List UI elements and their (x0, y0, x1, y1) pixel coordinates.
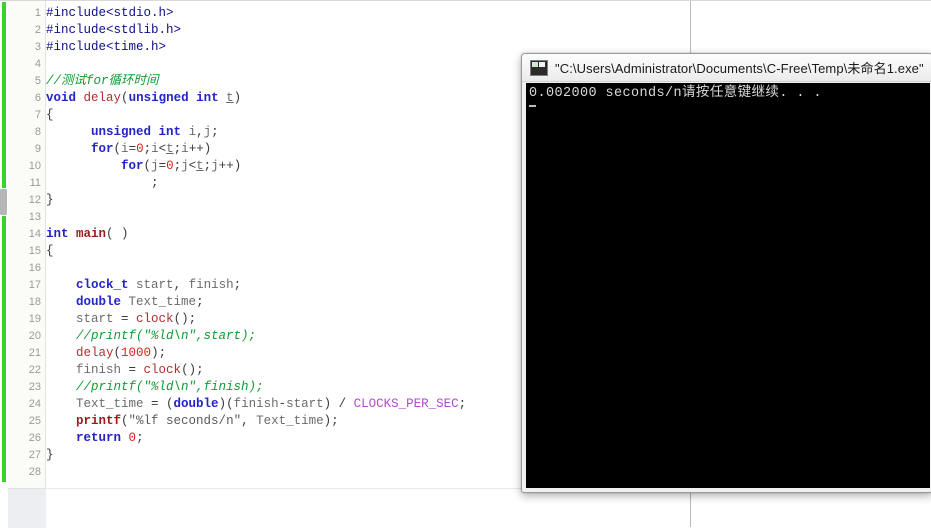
code-line[interactable]: //printf("%ld\n",finish); (46, 379, 264, 396)
line-number: 24 (28, 398, 41, 410)
code-line[interactable]: unsigned int i,j; (46, 124, 219, 141)
line-number: 6 (34, 92, 41, 104)
code-line[interactable]: finish = clock(); (46, 362, 204, 379)
code-line[interactable]: start = clock(); (46, 311, 196, 328)
line-number: 9 (34, 143, 41, 155)
line-number: 5 (34, 75, 41, 87)
console-icon (530, 59, 548, 76)
line-number: 8 (34, 126, 41, 138)
line-number-gutter: 1 2 3 4 5 6 7 8 9 10 11 12 13 14 15 16 17 18 19 20 21 22 23 24 2… (8, 1, 45, 488)
code-line[interactable]: //printf("%ld\n",start); (46, 328, 256, 345)
code-line[interactable]: return 0; (46, 430, 144, 447)
change-marker-thumb[interactable] (0, 189, 7, 215)
line-number: 27 (28, 449, 41, 461)
line-number: 3 (34, 41, 41, 53)
line-number: 12 (28, 194, 41, 206)
line-number: 25 (28, 415, 41, 427)
gutter-footer (8, 488, 46, 528)
line-number: 26 (28, 432, 41, 444)
code-line[interactable]: delay(1000); (46, 345, 166, 362)
line-number: 7 (34, 109, 41, 121)
line-number: 28 (28, 466, 41, 478)
line-number: 18 (28, 296, 41, 308)
screen: 1 2 3 4 5 6 7 8 9 10 11 12 13 14 15 16 17 18 19 20 21 22 23 24 2… (0, 0, 931, 528)
editor-right-bottom-strip (691, 492, 931, 528)
code-line[interactable]: for(i=0;i<t;i++) (46, 141, 211, 158)
line-number: 15 (28, 245, 41, 257)
line-number: 17 (28, 279, 41, 291)
line-number: 21 (28, 347, 41, 359)
code-line[interactable]: #include<time.h> (46, 39, 166, 56)
line-number: 2 (34, 24, 41, 36)
line-number: 1 (34, 7, 41, 19)
code-line[interactable] (46, 56, 54, 73)
line-number: 13 (28, 211, 41, 223)
code-line[interactable]: } (46, 192, 54, 209)
code-line[interactable]: printf("%lf seconds/n", Text_time); (46, 413, 339, 430)
line-number: 20 (28, 330, 41, 342)
line-number: 14 (28, 228, 41, 240)
code-line[interactable]: for(j=0;j<t;j++) (46, 158, 241, 175)
code-line[interactable]: void delay(unsigned int t) (46, 90, 241, 107)
code-line[interactable]: int main( ) (46, 226, 129, 243)
code-line[interactable]: { (46, 107, 54, 124)
code-line[interactable]: #include<stdlib.h> (46, 22, 181, 39)
editor-bottom-strip (46, 488, 690, 528)
console-caret (529, 105, 536, 107)
code-line[interactable]: clock_t start, finish; (46, 277, 241, 294)
code-line[interactable] (46, 209, 54, 226)
console-title-bar[interactable]: "C:\Users\Administrator\Documents\C-Free… (522, 54, 931, 82)
console-output-text: 0.002000 seconds/n请按任意键继续. . . (529, 86, 822, 101)
line-number: 10 (28, 160, 41, 172)
code-line[interactable]: } (46, 447, 54, 464)
console-window[interactable]: "C:\Users\Administrator\Documents\C-Free… (521, 53, 931, 493)
code-line[interactable] (46, 464, 54, 481)
line-number: 22 (28, 364, 41, 376)
line-number: 19 (28, 313, 41, 325)
code-line[interactable]: #include<stdio.h> (46, 5, 174, 22)
change-marker-bar (2, 2, 6, 482)
code-line[interactable]: Text_time = (double)(finish-start) / CLO… (46, 396, 466, 413)
code-line[interactable]: { (46, 243, 54, 260)
console-title-text: "C:\Users\Administrator\Documents\C-Free… (555, 61, 924, 76)
code-line[interactable] (46, 260, 54, 277)
line-number: 4 (34, 58, 41, 70)
code-line[interactable]: ; (46, 175, 159, 192)
line-number: 11 (29, 177, 41, 189)
console-output-area[interactable]: 0.002000 seconds/n请按任意键继续. . . (526, 83, 930, 488)
line-number: 23 (28, 381, 41, 393)
code-line[interactable]: double Text_time; (46, 294, 204, 311)
code-line[interactable]: //测试for循环时间 (46, 73, 159, 90)
line-number: 16 (28, 262, 41, 274)
